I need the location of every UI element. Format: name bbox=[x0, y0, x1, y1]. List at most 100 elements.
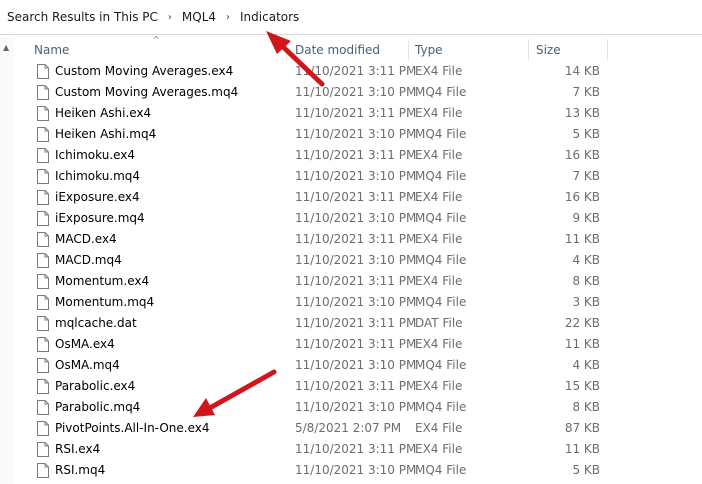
file-row[interactable]: RSI.ex4 11/10/2021 3:11 PM EX4 File 11 KB bbox=[0, 439, 702, 460]
file-size: 9 KB bbox=[572, 211, 600, 225]
file-date-modified: 11/10/2021 3:10 PM bbox=[295, 463, 417, 477]
file-date-modified: 11/10/2021 3:11 PM bbox=[295, 64, 417, 78]
column-header-type[interactable]: Type bbox=[415, 37, 443, 61]
file-date-modified: 5/8/2021 2:07 PM bbox=[295, 421, 402, 435]
file-row[interactable]: iExposure.mq4 11/10/2021 3:10 PM MQ4 File 9… bbox=[0, 208, 702, 229]
file-name: Parabolic.mq4 bbox=[55, 400, 141, 414]
file-size: 11 KB bbox=[564, 442, 600, 456]
file-row[interactable]: Momentum.ex4 11/10/2021 3:11 PM EX4 File 8 … bbox=[0, 271, 702, 292]
file-row[interactable]: RSI.mq4 11/10/2021 3:10 PM MQ4 File 5 KB bbox=[0, 460, 702, 481]
file-row[interactable]: OsMA.ex4 11/10/2021 3:11 PM EX4 File 11 KB bbox=[0, 334, 702, 355]
file-icon bbox=[37, 127, 49, 142]
file-icon bbox=[37, 253, 49, 268]
file-type: EX4 File bbox=[415, 442, 463, 456]
file-type: EX4 File bbox=[415, 379, 463, 393]
file-name: OsMA.mq4 bbox=[55, 358, 120, 372]
column-divider[interactable] bbox=[286, 39, 287, 61]
file-row[interactable]: Ichimoku.ex4 11/10/2021 3:11 PM EX4 File 16… bbox=[0, 145, 702, 166]
breadcrumb-item-mql4[interactable]: MQL4 bbox=[179, 10, 219, 24]
file-row[interactable]: Momentum.mq4 11/10/2021 3:10 PM MQ4 File 3 … bbox=[0, 292, 702, 313]
chevron-right-icon[interactable]: › bbox=[161, 12, 179, 23]
file-date-modified: 11/10/2021 3:10 PM bbox=[295, 358, 417, 372]
file-row[interactable]: iExposure.ex4 11/10/2021 3:11 PM EX4 File 1… bbox=[0, 187, 702, 208]
file-icon bbox=[37, 232, 49, 247]
file-type: EX4 File bbox=[415, 274, 463, 288]
file-date-modified: 11/10/2021 3:10 PM bbox=[295, 400, 417, 414]
file-type: EX4 File bbox=[415, 337, 463, 351]
file-size: 5 KB bbox=[572, 463, 600, 477]
file-date-modified: 11/10/2021 3:10 PM bbox=[295, 169, 417, 183]
file-size: 16 KB bbox=[564, 190, 600, 204]
column-header-date-modified[interactable]: Date modified bbox=[295, 37, 380, 61]
file-type: MQ4 File bbox=[415, 85, 467, 99]
file-type: MQ4 File bbox=[415, 295, 467, 309]
file-row[interactable]: Heiken Ashi.ex4 11/10/2021 3:11 PM EX4 Fil… bbox=[0, 103, 702, 124]
file-row[interactable]: Heiken Ashi.mq4 11/10/2021 3:10 PM MQ4 Fil… bbox=[0, 124, 702, 145]
file-row[interactable]: OsMA.mq4 11/10/2021 3:10 PM MQ4 File 4 KB bbox=[0, 355, 702, 376]
file-row[interactable]: Custom Moving Averages.mq4 11/10/2021 3:1… bbox=[0, 82, 702, 103]
file-name: RSI.mq4 bbox=[55, 463, 106, 477]
file-explorer-window: Search Results in This PC › MQL4 › Indic… bbox=[0, 0, 702, 484]
file-row[interactable]: Parabolic.ex4 11/10/2021 3:11 PM EX4 File 1… bbox=[0, 376, 702, 397]
chevron-right-icon[interactable]: › bbox=[219, 12, 237, 23]
file-type: EX4 File bbox=[415, 190, 463, 204]
file-name: iExposure.ex4 bbox=[55, 190, 140, 204]
file-size: 22 KB bbox=[564, 316, 600, 330]
file-row[interactable]: Custom Moving Averages.ex4 11/10/2021 3:1… bbox=[0, 61, 702, 82]
column-header-size[interactable]: Size bbox=[536, 37, 561, 61]
file-icon bbox=[37, 148, 49, 163]
file-date-modified: 11/10/2021 3:11 PM bbox=[295, 148, 417, 162]
file-row[interactable]: Parabolic.mq4 11/10/2021 3:10 PM MQ4 File 8… bbox=[0, 397, 702, 418]
file-icon bbox=[37, 442, 49, 457]
file-row[interactable]: PivotPoints.All-In-One.ex4 5/8/2021 2:07 … bbox=[0, 418, 702, 439]
file-name: MACD.mq4 bbox=[55, 253, 122, 267]
file-icon bbox=[37, 463, 49, 478]
file-icon bbox=[37, 316, 49, 331]
file-icon bbox=[37, 85, 49, 100]
file-date-modified: 11/10/2021 3:11 PM bbox=[295, 442, 417, 456]
file-name: Heiken Ashi.ex4 bbox=[55, 106, 152, 120]
breadcrumb-item-search-results[interactable]: Search Results in This PC bbox=[4, 10, 161, 24]
file-date-modified: 11/10/2021 3:11 PM bbox=[295, 379, 417, 393]
file-row[interactable]: mqlcache.dat 11/10/2021 3:11 PM DAT File 22… bbox=[0, 313, 702, 334]
file-name: Ichimoku.ex4 bbox=[55, 148, 136, 162]
file-name: RSI.ex4 bbox=[55, 442, 101, 456]
file-icon bbox=[37, 190, 49, 205]
file-type: MQ4 File bbox=[415, 400, 467, 414]
file-type: MQ4 File bbox=[415, 127, 467, 141]
breadcrumb[interactable]: Search Results in This PC › MQL4 › Indic… bbox=[0, 0, 702, 35]
column-header-name[interactable]: Name bbox=[34, 37, 69, 61]
file-size: 5 KB bbox=[572, 127, 600, 141]
column-divider[interactable] bbox=[607, 39, 608, 61]
sort-ascending-icon: ^ bbox=[153, 35, 160, 44]
file-icon bbox=[37, 169, 49, 184]
file-row[interactable]: Ichimoku.mq4 11/10/2021 3:10 PM MQ4 File 7 … bbox=[0, 166, 702, 187]
file-icon bbox=[37, 337, 49, 352]
file-date-modified: 11/10/2021 3:10 PM bbox=[295, 127, 417, 141]
file-date-modified: 11/10/2021 3:10 PM bbox=[295, 253, 417, 267]
file-name: Momentum.mq4 bbox=[55, 295, 155, 309]
file-name: iExposure.mq4 bbox=[55, 211, 145, 225]
file-type: MQ4 File bbox=[415, 211, 467, 225]
file-size: 11 KB bbox=[564, 232, 600, 246]
file-size: 11 KB bbox=[564, 337, 600, 351]
file-name: Momentum.ex4 bbox=[55, 274, 150, 288]
file-icon bbox=[37, 421, 49, 436]
file-row[interactable]: MACD.ex4 11/10/2021 3:11 PM EX4 File 11 KB bbox=[0, 229, 702, 250]
file-name: Custom Moving Averages.mq4 bbox=[55, 85, 239, 99]
file-type: EX4 File bbox=[415, 64, 463, 78]
file-date-modified: 11/10/2021 3:10 PM bbox=[295, 211, 417, 225]
breadcrumb-item-indicators[interactable]: Indicators bbox=[237, 10, 302, 24]
file-size: 7 KB bbox=[572, 85, 600, 99]
file-row[interactable]: MACD.mq4 11/10/2021 3:10 PM MQ4 File 4 KB bbox=[0, 250, 702, 271]
file-size: 3 KB bbox=[572, 295, 600, 309]
column-divider[interactable] bbox=[528, 39, 529, 61]
file-type: EX4 File bbox=[415, 232, 463, 246]
file-icon bbox=[37, 400, 49, 415]
column-divider[interactable] bbox=[408, 39, 409, 61]
file-name: OsMA.ex4 bbox=[55, 337, 115, 351]
file-icon bbox=[37, 106, 49, 121]
file-name: Parabolic.ex4 bbox=[55, 379, 136, 393]
file-size: 13 KB bbox=[564, 106, 600, 120]
file-size: 7 KB bbox=[572, 169, 600, 183]
